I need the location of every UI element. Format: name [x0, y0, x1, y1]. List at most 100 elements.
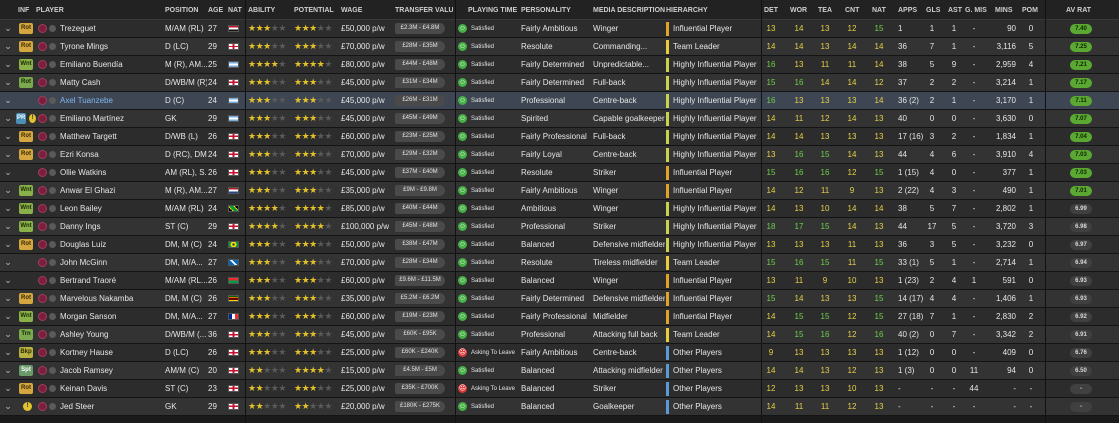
col-header-personality[interactable]: PERSONALITY	[521, 0, 591, 19]
player-name[interactable]: Leon Bailey	[60, 204, 102, 213]
col-header-gls[interactable]: GLS	[926, 0, 942, 19]
col-header-wor[interactable]: WOR	[790, 0, 808, 19]
col-header-nat[interactable]: NAT	[228, 0, 246, 19]
chevron-down-icon[interactable]: ⌄	[2, 164, 14, 181]
chevron-down-icon[interactable]: ⌄	[2, 380, 14, 397]
table-row[interactable]: ⌄ Rot Trezeguet M/AM (RL) 27 ★ ★ ★ ★ ★ ★ ★ ★ ★ ★…	[0, 20, 1119, 38]
player-name[interactable]: Trezeguet	[60, 24, 96, 33]
col-header-av-rat[interactable]: AV RAT	[1066, 0, 1096, 19]
col-header-ability[interactable]: ABILITY	[248, 0, 292, 19]
chevron-down-icon[interactable]: ⌄	[2, 182, 14, 199]
chevron-down-icon[interactable]: ⌄	[2, 92, 14, 109]
player-name[interactable]: Jed Steer	[60, 402, 94, 411]
table-row[interactable]: ⌄ Wnt Anwar El Ghazi M (R), AM... 27 ★ ★ ★…	[0, 182, 1119, 200]
chevron-down-icon[interactable]: ⌄	[2, 326, 14, 343]
table-row[interactable]: ⌄ Rot Tyrone Mings D (LC) 29 ★ ★ ★ ★ ★ ★ ★ ★ ★ ★…	[0, 38, 1119, 56]
inf-badge-cell: Spt	[16, 362, 36, 379]
chevron-down-icon[interactable]: ⌄	[2, 200, 14, 217]
star-icon: ★	[248, 329, 256, 339]
col-header-tea[interactable]: TEA	[818, 0, 834, 19]
table-row[interactable]: ⌄ Rot Marvelous Nakamba DM, M (C) 26 ★ ★ ★…	[0, 290, 1119, 308]
player-name[interactable]: Ollie Watkins	[60, 168, 106, 177]
col-header-cnt[interactable]: CNT	[845, 0, 861, 19]
table-row[interactable]: ⌄ John McGinn DM, M/A... 27 ★ ★ ★ ★ ★ ★ ★ ★ ★ ★ …	[0, 254, 1119, 272]
chevron-down-icon[interactable]: ⌄	[2, 362, 14, 379]
table-row[interactable]: ⌄ Wnt Danny Ings ST (C) 29 ★ ★ ★ ★ ★ ★ ★ ★ ★ ★ £…	[0, 218, 1119, 236]
table-row[interactable]: ⌄ Bkp Kortney Hause D (LC) 26 ★ ★ ★ ★ ★ ★ ★ ★ ★…	[0, 344, 1119, 362]
col-header-nat-attr[interactable]: NAT	[872, 0, 888, 19]
shirt-icon	[38, 384, 47, 393]
table-row[interactable]: ⌄ Wnt Emiliano Buendía M (R), AM... 25 ★…	[0, 56, 1119, 74]
table-row[interactable]: ⌄ Rot Keinan Davis ST (C) 23 ★ ★ ★ ★ ★ ★ ★ ★ ★ ★…	[0, 380, 1119, 398]
chevron-down-icon[interactable]: ⌄	[2, 110, 14, 127]
col-header-gmis[interactable]: G. MIS	[965, 0, 989, 19]
col-header-hierarchy[interactable]: HIERARCHY	[666, 0, 746, 19]
col-header-potential[interactable]: POTENTIAL	[294, 0, 338, 19]
table-row[interactable]: ⌄ Bertrand Traoré M/AM (RL... 26 ★ ★ ★ ★ ★ ★…	[0, 272, 1119, 290]
table-row[interactable]: ⌄ Wnt Morgan Sanson DM, M/A... 27 ★ ★ ★ ★ ★ …	[0, 308, 1119, 326]
col-header-transfer-value[interactable]: TRANSFER VALUE	[395, 0, 453, 19]
star-icon: ★	[255, 167, 264, 177]
player-name[interactable]: Ashley Young	[60, 330, 109, 339]
col-header-player[interactable]: PLAYER	[36, 0, 156, 19]
player-name[interactable]: Kortney Hause	[60, 348, 113, 357]
table-row[interactable]: ⌄ Ollie Watkins AM (RL), S... 26 ★ ★ ★ ★ ★ ★…	[0, 164, 1119, 182]
player-name[interactable]: Jacob Ramsey	[60, 366, 113, 375]
chevron-down-icon[interactable]: ⌄	[2, 128, 14, 145]
col-header-playing-time[interactable]: PLAYING TIME	[468, 0, 520, 19]
hierarchy: Influential Player	[666, 165, 732, 180]
col-header-det[interactable]: DET	[764, 0, 780, 19]
star-icon: ★	[270, 95, 279, 105]
col-header-ast[interactable]: AST	[948, 0, 964, 19]
chevron-down-icon[interactable]: ⌄	[2, 398, 14, 415]
player-name[interactable]: Marvelous Nakamba	[60, 294, 133, 303]
player-name[interactable]: Emiliano Martínez	[60, 114, 124, 123]
col-header-mins[interactable]: MINS	[995, 0, 1017, 19]
table-row[interactable]: ⌄ Spt Jacob Ramsey AM/M (C) 20 ★ ★ ★ ★ ★ ★ ★ ★…	[0, 362, 1119, 380]
player-name[interactable]: Emiliano Buendía	[60, 60, 123, 69]
table-row[interactable]: ⌄ Axel Tuanzebe D (C) 24 ★ ★ ★ ★ ★ ★ ★ ★ ★ ★ £45…	[0, 92, 1119, 110]
player-name[interactable]: Morgan Sanson	[60, 312, 116, 321]
player-name[interactable]: Keinan Davis	[60, 384, 107, 393]
player-name[interactable]: Matthew Targett	[60, 132, 117, 141]
col-header-pom[interactable]: POM	[1022, 0, 1042, 19]
table-row[interactable]: ⌄ Wnt Leon Bailey M/AM (RL) 24 ★ ★ ★ ★ ★ ★ ★ ★…	[0, 200, 1119, 218]
chevron-down-icon[interactable]: ⌄	[2, 218, 14, 235]
chevron-down-icon[interactable]: ⌄	[2, 290, 14, 307]
table-row[interactable]: ⌄ Rot Matthew Targett D/WB (L) 26 ★ ★ ★ ★ ★ …	[0, 128, 1119, 146]
table-row[interactable]: ⌄ ! Jed Steer GK 29 ★ ★ ★ ★ ★ ★ ★ ★ ★ ★ £20,000 …	[0, 398, 1119, 416]
col-header-age[interactable]: AGE	[208, 0, 226, 19]
player-name[interactable]: Danny Ings	[60, 222, 100, 231]
col-header-wage[interactable]: WAGE	[341, 0, 393, 19]
player-name[interactable]: John McGinn	[60, 258, 107, 267]
chevron-down-icon[interactable]: ⌄	[2, 272, 14, 289]
table-row[interactable]: ⌄ Rot Douglas Luiz DM, M (C) 24 ★ ★ ★ ★ ★ ★ ★…	[0, 236, 1119, 254]
player-name[interactable]: Bertrand Traoré	[60, 276, 116, 285]
chevron-down-icon[interactable]: ⌄	[2, 254, 14, 271]
player-name[interactable]: Ezri Konsa	[60, 150, 99, 159]
col-header-position[interactable]: POSITION	[165, 0, 207, 19]
table-row[interactable]: ⌄ Rot Matty Cash D/WB/M (R) 24 ★ ★ ★ ★ ★ ★ ★ ★…	[0, 74, 1119, 92]
player-name[interactable]: Matty Cash	[60, 78, 100, 87]
chevron-down-icon[interactable]: ⌄	[2, 74, 14, 91]
col-header-media-description[interactable]: MEDIA DESCRIPTION	[593, 0, 665, 19]
table-row[interactable]: ⌄ Rot Ezri Konsa D (RC), DM 24 ★ ★ ★ ★ ★ ★ ★ ★…	[0, 146, 1119, 164]
table-row[interactable]: ⌄ PR ! Emiliano Martínez GK 29 ★ ★ ★ ★ ★ ★ ★ ★…	[0, 110, 1119, 128]
chevron-down-icon[interactable]: ⌄	[2, 56, 14, 73]
col-header-apps[interactable]: APPS	[898, 0, 918, 19]
col-header-inf[interactable]: INF	[18, 0, 36, 19]
player-name[interactable]: Anwar El Ghazi	[60, 186, 115, 195]
chevron-down-icon[interactable]: ⌄	[2, 20, 14, 37]
attr-tea: 13	[820, 132, 830, 141]
chevron-down-icon[interactable]: ⌄	[2, 308, 14, 325]
position: DM, M/A...	[165, 258, 203, 267]
player-name[interactable]: Axel Tuanzebe	[60, 96, 113, 105]
chevron-down-icon[interactable]: ⌄	[2, 38, 14, 55]
table-row[interactable]: ⌄ Trn Ashley Young D/WB/M (... 36 ★ ★ ★ ★ ★ …	[0, 326, 1119, 344]
player-name[interactable]: Douglas Luiz	[60, 240, 106, 249]
chevron-down-icon[interactable]: ⌄	[2, 344, 14, 361]
star-icon: ★	[270, 311, 279, 321]
chevron-down-icon[interactable]: ⌄	[2, 146, 14, 163]
player-name[interactable]: Tyrone Mings	[60, 42, 108, 51]
chevron-down-icon[interactable]: ⌄	[2, 236, 14, 253]
